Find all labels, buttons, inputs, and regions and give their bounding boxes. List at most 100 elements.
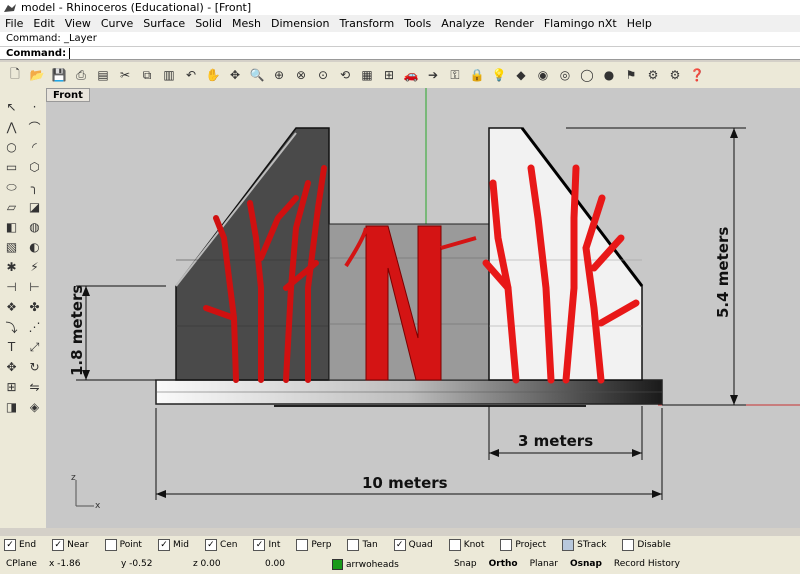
menu-edit[interactable]: Edit	[28, 17, 59, 30]
zoom-window-icon[interactable]: ⊕	[270, 66, 288, 84]
undo-view-icon[interactable]: ⟲	[336, 66, 354, 84]
select-arrow-icon[interactable]: ↖	[3, 98, 21, 116]
polyline-icon[interactable]: ⋀	[3, 118, 21, 136]
grid-icon[interactable]: ▦	[358, 66, 376, 84]
viewport-layout-icon[interactable]: ⊞	[380, 66, 398, 84]
analyze-icon[interactable]: ◨	[3, 398, 21, 416]
status-planar[interactable]: Planar	[524, 559, 564, 569]
menu-solid[interactable]: Solid	[190, 17, 227, 30]
lock-icon[interactable]: 🔒	[468, 66, 486, 84]
menu-transform[interactable]: Transform	[334, 17, 399, 30]
osnap-cen[interactable]: ✓ Cen	[201, 539, 237, 551]
circle-icon[interactable]: ○	[3, 138, 21, 156]
status-snap[interactable]: Snap	[448, 559, 483, 569]
ellipse-icon[interactable]: ⬭	[3, 178, 21, 196]
edit-points-icon[interactable]: ⋰	[26, 318, 44, 336]
help-icon[interactable]: ❓	[688, 66, 706, 84]
rotate-icon[interactable]: ↻	[26, 358, 44, 376]
menu-help[interactable]: Help	[622, 17, 657, 30]
osnap-knot[interactable]: Knot	[445, 539, 484, 551]
array-icon[interactable]: ⊞	[3, 378, 21, 396]
split-icon[interactable]: ⊣	[3, 278, 21, 296]
surface-icon[interactable]: ▱	[3, 198, 21, 216]
point-icon[interactable]: ·	[26, 98, 44, 116]
osnap-int[interactable]: ✓ Int	[249, 539, 280, 551]
wireframe-sphere-icon[interactable]: ◯	[578, 66, 596, 84]
menu-surface[interactable]: Surface	[138, 17, 190, 30]
status-ortho[interactable]: Ortho	[483, 559, 524, 569]
command-line[interactable]: Command:	[0, 46, 800, 60]
rebuild-curve-icon[interactable]: ⤵	[3, 318, 21, 336]
polygon-icon[interactable]: ⬡	[26, 158, 44, 176]
menu-file[interactable]: File	[0, 17, 28, 30]
status-osnap[interactable]: Osnap	[564, 559, 608, 569]
osnap-tan[interactable]: Tan	[343, 539, 378, 551]
menu-view[interactable]: View	[60, 17, 96, 30]
mirror-icon[interactable]: ⇋	[26, 378, 44, 396]
explode-icon[interactable]: ✱	[3, 258, 21, 276]
rectangle-icon[interactable]: ▭	[3, 158, 21, 176]
osnap-project[interactable]: Project	[496, 539, 546, 551]
layer-icon[interactable]: ◆	[512, 66, 530, 84]
color-wheel-icon[interactable]: ◉	[534, 66, 552, 84]
osnap-end[interactable]: ✓ End	[0, 539, 36, 551]
osnap-strack[interactable]: STrack	[558, 539, 606, 551]
menu-tools[interactable]: Tools	[399, 17, 436, 30]
osnap-near[interactable]: ✓ Near	[48, 539, 89, 551]
display-mode-icon[interactable]: ◎	[556, 66, 574, 84]
key-icon[interactable]: ⚿	[446, 66, 464, 84]
mesh-icon[interactable]: ▧	[3, 238, 21, 256]
arrow-right-icon[interactable]: ➔	[424, 66, 442, 84]
osnap-quad[interactable]: ✓ Quad	[390, 539, 433, 551]
osnap-perp[interactable]: Perp	[292, 539, 331, 551]
osnap-mid[interactable]: ✓ Mid	[154, 539, 189, 551]
zoom-icon[interactable]: 🔍	[248, 66, 266, 84]
undo-icon[interactable]: ↶	[182, 66, 200, 84]
extrude-surface-icon[interactable]: ◪	[26, 198, 44, 216]
ungroup-icon[interactable]: ✤	[26, 298, 44, 316]
zoom-extents-icon[interactable]: ⊗	[292, 66, 310, 84]
lightbulb-icon[interactable]: 💡	[490, 66, 508, 84]
print-icon[interactable]: ⎙	[72, 66, 90, 84]
group-icon[interactable]: ❖	[3, 298, 21, 316]
sphere-solid-icon[interactable]: ◍	[26, 218, 44, 236]
car-icon[interactable]: 🚗	[402, 66, 420, 84]
trim-icon[interactable]: ⚡	[26, 258, 44, 276]
menu-analyze[interactable]: Analyze	[436, 17, 489, 30]
status-record-history[interactable]: Record History	[608, 559, 686, 569]
clipboard-icon[interactable]: ▥	[160, 66, 178, 84]
join-icon[interactable]: ⊢	[26, 278, 44, 296]
osnap-point[interactable]: Point	[101, 539, 142, 551]
menu-curve[interactable]: Curve	[96, 17, 138, 30]
cut-icon[interactable]: ✂	[116, 66, 134, 84]
curve-icon[interactable]: ⌒	[26, 118, 44, 136]
flag-icon[interactable]: ⚑	[622, 66, 640, 84]
box-solid-icon[interactable]: ◧	[3, 218, 21, 236]
rotate-view-icon[interactable]: ✥	[226, 66, 244, 84]
arc-icon[interactable]: ◜	[26, 138, 44, 156]
front-viewport[interactable]: 1.8 meters 5.4 meters 3 meters 10 meters…	[46, 88, 800, 528]
paste-icon[interactable]: ▤	[94, 66, 112, 84]
open-folder-icon[interactable]: 📂	[28, 66, 46, 84]
text-icon[interactable]: T	[3, 338, 21, 356]
dimension-icon[interactable]: ⤢	[26, 338, 44, 356]
status-layer[interactable]: arrwoheads	[326, 558, 448, 570]
fillet-icon[interactable]: ╮	[26, 178, 44, 196]
settings-gear-icon[interactable]: ⚙	[666, 66, 684, 84]
pan-hand-icon[interactable]: ✋	[204, 66, 222, 84]
menu-mesh[interactable]: Mesh	[227, 17, 266, 30]
move-icon[interactable]: ✥	[3, 358, 21, 376]
menu-dimension[interactable]: Dimension	[266, 17, 334, 30]
osnap-disable[interactable]: Disable	[618, 539, 671, 551]
copy-icon[interactable]: ⧉	[138, 66, 156, 84]
render-sphere-icon[interactable]: ●	[600, 66, 618, 84]
menu-flamingo[interactable]: Flamingo nXt	[539, 17, 622, 30]
zoom-selected-icon[interactable]: ⊙	[314, 66, 332, 84]
gear-icon[interactable]: ⚙	[644, 66, 662, 84]
viewport-title-tab[interactable]: Front	[46, 88, 90, 102]
save-icon[interactable]: 💾	[50, 66, 68, 84]
new-file-icon[interactable]: 🗋	[6, 66, 24, 84]
render-icon[interactable]: ◈	[26, 398, 44, 416]
menu-render[interactable]: Render	[490, 17, 539, 30]
boolean-icon[interactable]: ◐	[26, 238, 44, 256]
